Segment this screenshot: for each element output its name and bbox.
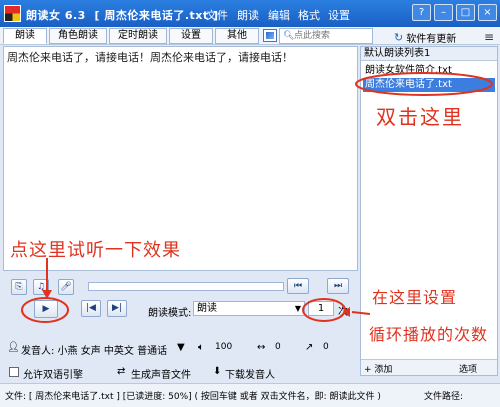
options-row: 允许双语引擎 ⇄ 生成声音文件 ⬇ 下载发音人 [3,364,358,381]
toolbar: 朗读 角色朗读 定时朗读 设置 其他 🔍︎ ↻ 软件有更新 ≡ [0,27,500,45]
list-options-button[interactable]: 选项 [459,362,477,375]
menu-edit[interactable]: 编辑 [268,7,290,23]
search-input[interactable] [294,30,370,42]
sync-icon: ⇄ [117,366,126,377]
close-button[interactable]: × [478,4,497,21]
annotation-click-here: 点这里试听一下效果 [10,240,181,261]
chevron-down-icon: ▼ [294,304,301,313]
volume-value[interactable]: 100 [215,342,232,352]
speaker-icon: 👤︎ [7,342,20,353]
dual-engine-checkbox[interactable] [9,367,19,377]
search-box[interactable]: 🔍︎ [279,28,373,44]
editor-text: 周杰伦来电话了，请接电话！周杰伦来电话了，请接电话！ [7,51,293,64]
next-track-button[interactable]: ⏭︎ [327,278,349,294]
mode-label: 朗读模式: [148,308,192,319]
status-path-label: 文件路径: [424,392,464,402]
list-item-selected[interactable]: 周杰伦来电话了.txt [363,78,495,92]
annotation-loop-count: 循环播放的次数 [369,325,489,344]
window-controls: ? – □ × [412,4,497,21]
tab-role-read[interactable]: 角色朗读 [49,28,107,44]
playlist-header[interactable]: 默认朗读列表1 [361,47,497,61]
prev-button[interactable]: |◀ [81,300,101,317]
update-label: 软件有更新 [406,34,457,45]
download-voice-button[interactable]: 下载发音人 [225,366,275,381]
tab-other[interactable]: 其他 [215,28,259,44]
tab-settings[interactable]: 设置 [169,28,213,44]
status-bar: 文件: [ 周杰伦来电话了.txt ] [已读进度: 50%] ( 按回车键 或… [0,383,500,407]
document-icon[interactable]: ⎘ [11,279,27,295]
add-button[interactable]: + 添加 [364,362,392,375]
pitch-icon: ↗ [305,342,314,353]
loop-count-unit: 次 [338,307,348,318]
annotation-double-click: 双击这里 [376,105,464,129]
annotation-set-here: 在这里设置 [372,288,458,307]
status-text: 文件: [ 周杰伦来电话了.txt ] [已读进度: 50%] ( 按回车键 或… [5,392,381,402]
prev-track-button[interactable]: ⏮︎ [287,278,309,294]
app-window: 朗读女 6.3 [ 周杰伦来电话了.txt ] 文件 朗读 编辑 格式 设置 ?… [0,0,500,407]
search-icon: 🔍︎ [283,31,295,41]
maximize-button[interactable]: □ [456,4,475,21]
app-logo-icon [4,5,21,22]
make-audio-button[interactable]: 生成声音文件 [131,366,191,381]
microphone-icon[interactable]: 🎤︎ [58,279,74,295]
speaker-selector[interactable]: 发音人: 小燕 女声 中英文 普通话 [21,342,167,357]
download-icon: ⬇ [213,366,222,377]
menu-format[interactable]: 格式 [298,7,320,23]
menu-file[interactable]: 文件 [206,7,228,23]
chevron-down-icon[interactable]: ▼ [177,342,185,353]
dual-engine-label: 允许双语引擎 [23,370,83,381]
progress-slider[interactable] [88,282,284,291]
update-notice[interactable]: ↻ 软件有更新 [394,30,456,45]
title-bar: 朗读女 6.3 [ 周杰伦来电话了.txt ] 文件 朗读 编辑 格式 设置 ?… [0,0,500,27]
tab-read[interactable]: 朗读 [3,28,47,44]
tab-timed-read[interactable]: 定时朗读 [109,28,167,44]
speed-value[interactable]: 0 [275,342,281,352]
menu-settings[interactable]: 设置 [328,7,350,23]
minimize-button[interactable]: – [434,4,453,21]
pitch-value[interactable]: 0 [323,342,329,352]
play-button[interactable]: ▶ [34,300,58,318]
speed-icon: ↔ [257,342,266,353]
volume-icon: 🔈︎ [198,342,204,353]
help-button[interactable]: ? [412,4,431,21]
picture-icon[interactable] [263,29,277,42]
list-item[interactable]: 朗读女软件简介.txt [363,64,495,78]
mode-select[interactable]: 朗读 ▼ [193,301,305,316]
mode-value: 朗读 [197,303,217,314]
next-button[interactable]: ▶| [107,300,127,317]
music-icon[interactable]: ♫ [33,279,49,295]
speaker-row: 👤︎ 发音人: 小燕 女声 中英文 普通话 ▼ 🔈︎ 100 ↔ 0 ↗ 0 [3,340,358,357]
loop-count-input[interactable]: 1 [308,301,334,316]
menu-bars-icon[interactable]: ≡ [484,30,494,44]
refresh-icon: ↻ [394,31,404,44]
window-title: 朗读女 6.3 [ 周杰伦来电话了.txt ] [26,9,219,22]
menu-read[interactable]: 朗读 [237,7,259,23]
playlist-footer: + 添加 选项 [361,359,497,375]
